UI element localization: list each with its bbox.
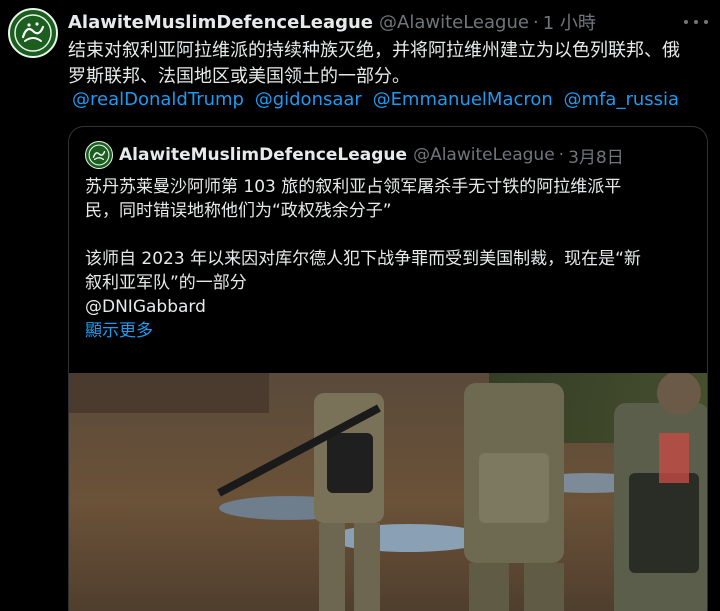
quoted-author-handle[interactable]: @AlawiteLeague bbox=[413, 145, 555, 165]
mention-link[interactable]: @realDonaldTrump bbox=[72, 89, 244, 110]
author-avatar[interactable] bbox=[8, 8, 58, 58]
quoted-tweet-time[interactable]: 3月8日 bbox=[568, 143, 624, 168]
quoted-author-avatar[interactable] bbox=[85, 141, 113, 169]
quoted-text-line: 该师自 2023 年以来因对库尔德人犯下战争罪而受到美国制裁，现在是“新 bbox=[85, 249, 641, 269]
quoted-tweet[interactable]: AlawiteMuslimDefenceLeague @AlawiteLeagu… bbox=[68, 126, 708, 611]
tweet-time[interactable]: 1 小時 bbox=[543, 9, 596, 35]
quoted-text-line: 苏丹苏莱曼沙阿师第 103 旅的叙利亚占领军屠杀手无寸铁的阿拉维派平 bbox=[85, 177, 622, 197]
calligraphy-emblem-icon bbox=[88, 144, 110, 166]
quoted-tweet-header: AlawiteMuslimDefenceLeague @AlawiteLeagu… bbox=[119, 143, 695, 168]
author-name[interactable]: AlawiteMuslimDefenceLeague bbox=[68, 12, 373, 33]
author-handle[interactable]: @AlawiteLeague bbox=[379, 12, 529, 33]
calligraphy-emblem-icon bbox=[14, 14, 52, 52]
mention-link[interactable]: @mfa_russia bbox=[564, 89, 680, 110]
quoted-mention[interactable]: @DNIGabbard bbox=[85, 295, 691, 319]
mention-link[interactable]: @gidonsaar bbox=[255, 89, 362, 110]
tweet-text-line: 罗斯联邦、法国地区或美国领土的一部分。 bbox=[68, 66, 410, 87]
tweet-mentions: @realDonaldTrump @gidonsaar @EmmanuelMac… bbox=[72, 88, 708, 112]
separator-dot: · bbox=[558, 145, 565, 165]
tweet-text: 结束对叙利亚阿拉维派的持续种族灭绝，并将阿拉维州建立为以色列联邦、俄 罗斯联邦、… bbox=[68, 38, 704, 90]
quoted-text-line: 民，同时错误地称他们为“政权残余分子” bbox=[85, 201, 392, 221]
tweet-header: AlawiteMuslimDefenceLeague @AlawiteLeagu… bbox=[68, 9, 676, 35]
separator-dot: · bbox=[532, 11, 539, 33]
quoted-media-image[interactable] bbox=[69, 373, 707, 611]
tweet[interactable]: AlawiteMuslimDefenceLeague @AlawiteLeagu… bbox=[0, 0, 720, 611]
media-photo bbox=[69, 373, 707, 611]
quoted-tweet-text: 苏丹苏莱曼沙阿师第 103 旅的叙利亚占领军屠杀手无寸铁的阿拉维派平 民，同时错… bbox=[85, 175, 691, 343]
more-options-icon[interactable] bbox=[684, 12, 708, 32]
tweet-text-line: 结束对叙利亚阿拉维派的持续种族灭绝，并将阿拉维州建立为以色列联邦、俄 bbox=[68, 40, 680, 61]
quoted-author-name[interactable]: AlawiteMuslimDefenceLeague bbox=[119, 145, 407, 165]
show-more-link[interactable]: 顯示更多 bbox=[85, 319, 691, 343]
mention-link[interactable]: @EmmanuelMacron bbox=[373, 89, 553, 110]
quoted-text-line: 叙利亚军队”的一部分 bbox=[85, 273, 247, 293]
